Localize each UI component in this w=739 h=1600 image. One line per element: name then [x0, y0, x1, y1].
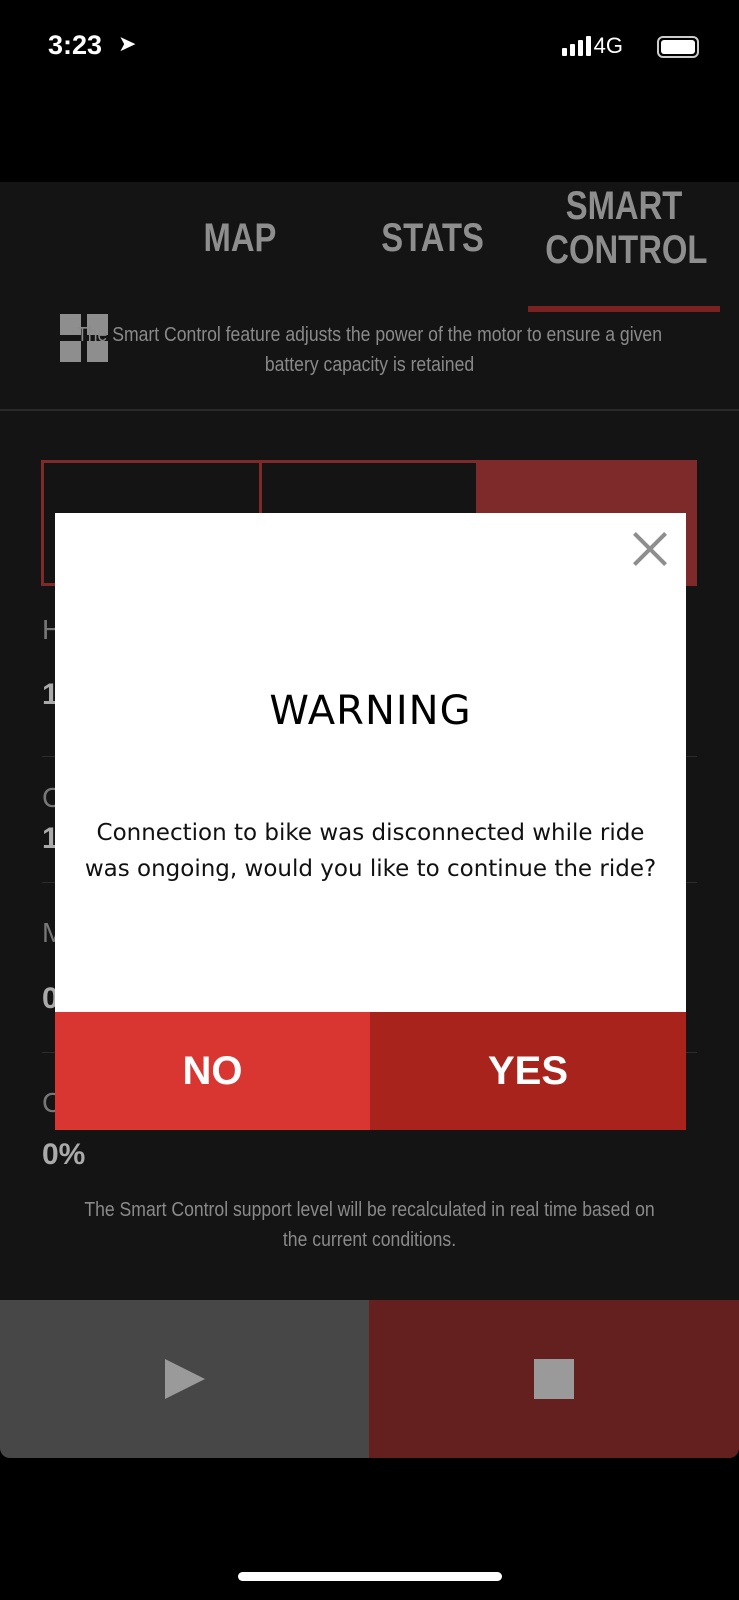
no-button[interactable]: NO — [55, 1012, 370, 1130]
network-type: 4G — [593, 33, 623, 58]
location-arrow-icon: ➤ — [118, 32, 137, 57]
tab-stats[interactable]: STATS — [381, 216, 484, 260]
warning-dialog: WARNING Connection to bike was disconnec… — [55, 513, 686, 1130]
tab-smart-control[interactable]: SMART CONTROL — [545, 184, 708, 272]
dialog-title: WARNING — [269, 688, 472, 734]
active-tab-indicator — [528, 306, 720, 312]
tab-map[interactable]: MAP — [199, 216, 281, 260]
home-indicator[interactable] — [238, 1572, 502, 1581]
divider — [0, 409, 739, 411]
tab-label-line1: SMART — [565, 184, 683, 228]
stop-button[interactable] — [369, 1300, 739, 1458]
row-value: 0% — [42, 1138, 86, 1171]
stop-icon — [534, 1359, 574, 1399]
play-icon — [164, 1359, 205, 1399]
clock: 3:23 — [48, 30, 103, 60]
play-button[interactable] — [0, 1300, 369, 1458]
signal-icon — [562, 36, 591, 56]
tab-label-line2: CONTROL — [545, 228, 708, 272]
dialog-message: Connection to bike was disconnected whil… — [84, 820, 657, 882]
close-icon[interactable] — [632, 531, 668, 567]
yes-button[interactable]: YES — [370, 1012, 686, 1130]
status-bar: 3:23 ➤ 4G — [0, 0, 739, 90]
battery-icon — [657, 36, 699, 58]
feature-description: The Smart Control feature adjusts the po… — [76, 324, 663, 376]
footnote: The Smart Control support level will be … — [84, 1199, 655, 1251]
